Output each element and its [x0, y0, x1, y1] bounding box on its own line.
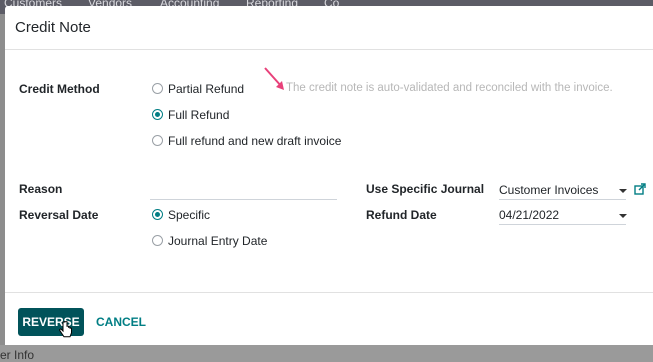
radio-label-full-refund-new-draft[interactable]: Full refund and new draft invoice: [168, 134, 341, 148]
refund-date-value: 04/21/2022: [499, 208, 560, 222]
pointer-arrow-icon: [264, 67, 284, 90]
radio-full-refund-new-draft[interactable]: [152, 135, 163, 146]
credit-method-hint: The credit note is auto-validated and re…: [286, 82, 613, 94]
radio-full-refund[interactable]: [152, 109, 163, 120]
journal-select-value: Customer Invoices: [499, 183, 599, 197]
credit-method-label: Credit Method: [19, 82, 100, 96]
external-link-icon[interactable]: [634, 183, 646, 195]
cancel-button[interactable]: CANCEL: [95, 308, 147, 336]
refund-date-underline: [499, 224, 626, 225]
refund-date-label: Refund Date: [366, 208, 437, 222]
journal-select[interactable]: Customer Invoices: [499, 178, 627, 200]
reason-label: Reason: [19, 182, 63, 196]
radio-specific[interactable]: [152, 209, 163, 220]
chevron-down-icon: [619, 214, 627, 218]
refund-date-input[interactable]: 04/21/2022: [499, 203, 627, 225]
journal-label: Use Specific Journal: [366, 182, 485, 196]
background-page-bottom: er Info: [0, 345, 653, 362]
radio-label-specific[interactable]: Specific: [168, 208, 210, 222]
radio-label-full-refund[interactable]: Full Refund: [168, 108, 229, 122]
journal-underline: [499, 199, 626, 200]
radio-label-journal-entry-date[interactable]: Journal Entry Date: [168, 234, 267, 248]
reversal-date-label: Reversal Date: [19, 208, 99, 222]
dialog-footer-divider: [5, 292, 653, 293]
dialog-title: Credit Note: [15, 19, 91, 36]
background-partial-text: er Info: [0, 348, 35, 362]
dialog-header: Credit Note: [5, 6, 653, 50]
radio-partial-refund[interactable]: [152, 83, 163, 94]
reason-input[interactable]: [150, 199, 337, 200]
reverse-button[interactable]: REVERSE: [18, 308, 84, 336]
hand-cursor-icon: [59, 321, 72, 338]
radio-label-partial-refund[interactable]: Partial Refund: [168, 82, 244, 96]
radio-journal-entry-date[interactable]: [152, 235, 163, 246]
credit-note-dialog: Credit Note Credit Method Partial Refund…: [5, 6, 653, 345]
chevron-down-icon: [619, 189, 627, 193]
